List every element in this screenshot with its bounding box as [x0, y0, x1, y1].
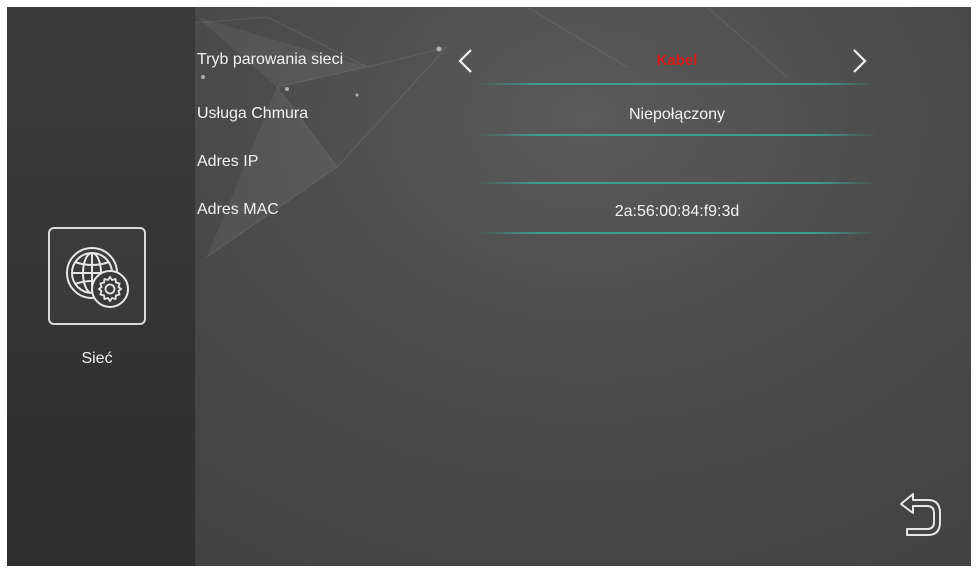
ip-address-underline	[477, 182, 877, 184]
sidebar: Sieć	[7, 7, 195, 566]
network-mode-label: Tryb parowania sieci	[197, 51, 344, 68]
cloud-service-underline	[477, 134, 877, 136]
mac-address-underline	[477, 232, 877, 234]
sidebar-item-network[interactable]	[48, 227, 146, 325]
chevron-right-icon[interactable]	[844, 44, 874, 78]
screen: Sieć Tryb parowania sieci Kabel Usługa C…	[7, 7, 971, 566]
network-mode-underline	[477, 83, 877, 85]
mac-address-label: Adres MAC	[197, 201, 279, 218]
ip-address-label: Adres IP	[197, 153, 259, 170]
sidebar-item-label: Sieć	[81, 350, 113, 367]
mac-address-value: 2a:56:00:84:f9:3d	[614, 203, 740, 220]
network-settings-icon	[66, 247, 129, 308]
cloud-service-label: Usługa Chmura	[197, 105, 309, 122]
back-arrow-icon[interactable]	[895, 491, 945, 539]
network-mode-value: Kabel	[656, 52, 698, 69]
cloud-service-value: Niepołączony	[628, 106, 726, 123]
